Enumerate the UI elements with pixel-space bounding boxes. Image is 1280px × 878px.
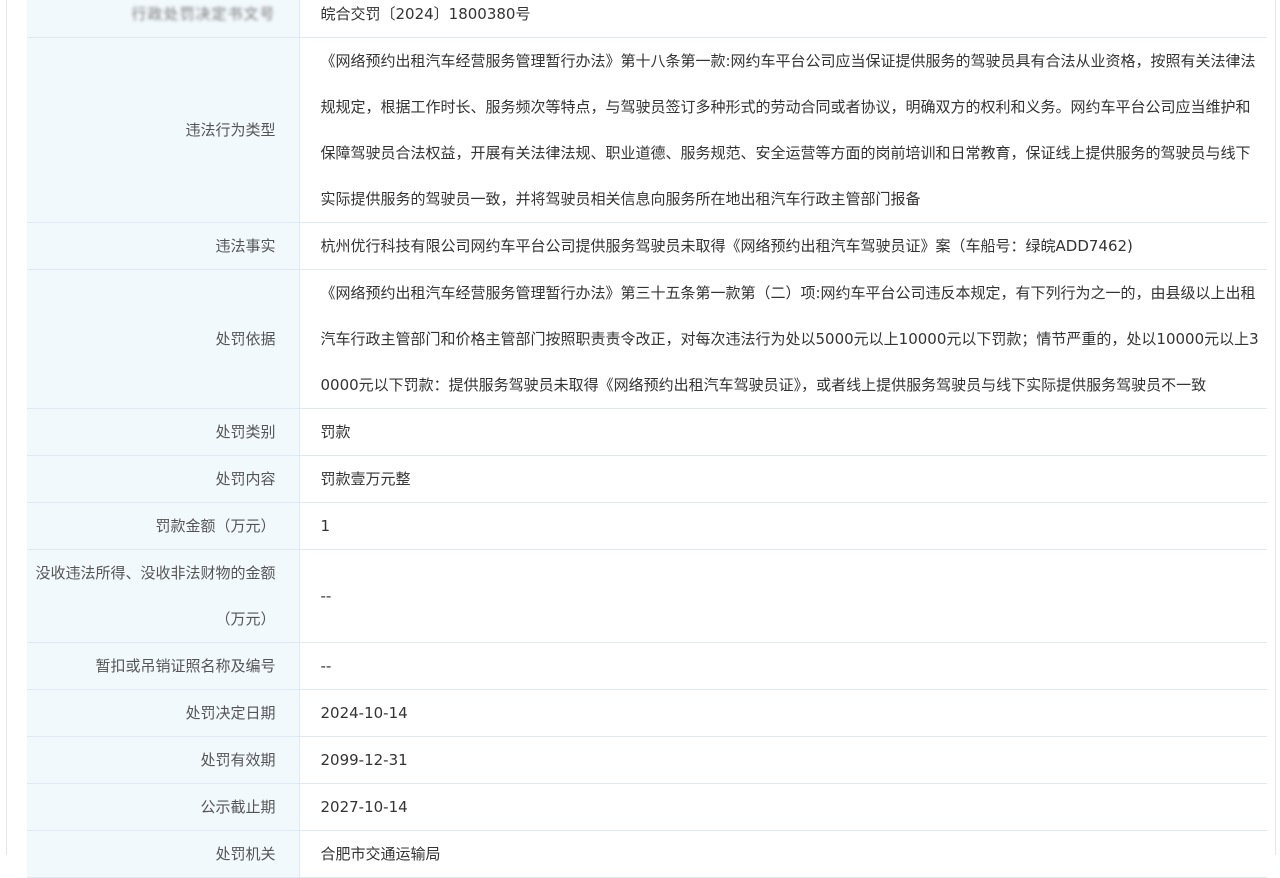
row-value: -- [299,549,1267,643]
table-row-valid-until: 处罚有效期 2099-12-31 [27,736,1267,784]
row-value: 2027-10-14 [299,783,1267,831]
row-value: -- [299,642,1267,690]
row-value: 皖合交罚〔2024〕1800380号 [299,0,1267,38]
row-label: 没收违法所得、没收非法财物的金额（万元） [27,549,300,643]
row-label: 处罚决定日期 [27,689,300,737]
row-label: 违法事实 [27,222,300,270]
row-value: 合肥市交通运输局 [299,830,1267,878]
table-row-penalty-basis: 处罚依据 《网络预约出租汽车经营服务管理暂行办法》第三十五条第一款第（二）项:网… [27,269,1267,409]
table-row-confiscation-amount: 没收违法所得、没收非法财物的金额（万元） -- [27,549,1267,643]
row-value: 《网络预约出租汽车经营服务管理暂行办法》第十八条第一款:网约车平台公司应当保证提… [299,37,1267,223]
table-row-publicity-deadline: 公示截止期 2027-10-14 [27,783,1267,831]
row-value: 2099-12-31 [299,736,1267,784]
row-label: 处罚依据 [27,269,300,409]
row-label: 违法行为类型 [27,37,300,223]
table-row-penalty-category: 处罚类别 罚款 [27,408,1267,456]
row-value: 杭州优行科技有限公司网约车平台公司提供服务驾驶员未取得《网络预约出租汽车驾驶员证… [299,222,1267,270]
row-label: 公示截止期 [27,783,300,831]
row-label: 处罚机关 [27,830,300,878]
row-value: 《网络预约出租汽车经营服务管理暂行办法》第三十五条第一款第（二）项:网约车平台公… [299,269,1267,409]
row-label: 处罚有效期 [27,736,300,784]
penalty-record-table: 行政处罚决定书文号 皖合交罚〔2024〕1800380号 违法行为类型 《网络预… [27,0,1267,878]
row-label: 行政处罚决定书文号 [27,0,300,38]
page-frame: 行政处罚决定书文号 皖合交罚〔2024〕1800380号 违法行为类型 《网络预… [6,0,1276,878]
row-value: 罚款壹万元整 [299,455,1267,503]
row-label: 处罚类别 [27,408,300,456]
table-row-violation-type: 违法行为类型 《网络预约出租汽车经营服务管理暂行办法》第十八条第一款:网约车平台… [27,37,1267,223]
row-label: 暂扣或吊销证照名称及编号 [27,642,300,690]
row-value: 2024-10-14 [299,689,1267,737]
row-label: 处罚内容 [27,455,300,503]
table-row-license-revoked: 暂扣或吊销证照名称及编号 -- [27,642,1267,690]
table-row-fine-amount: 罚款金额（万元） 1 [27,502,1267,550]
row-value: 罚款 [299,408,1267,456]
row-value: 1 [299,502,1267,550]
table-row-authority: 处罚机关 合肥市交通运输局 [27,830,1267,878]
row-label: 罚款金额（万元） [27,502,300,550]
table-row-violation-facts: 违法事实 杭州优行科技有限公司网约车平台公司提供服务驾驶员未取得《网络预约出租汽… [27,222,1267,270]
table-row-decision-no: 行政处罚决定书文号 皖合交罚〔2024〕1800380号 [27,0,1267,38]
table-row-penalty-content: 处罚内容 罚款壹万元整 [27,455,1267,503]
table-row-decision-date: 处罚决定日期 2024-10-14 [27,689,1267,737]
blurred-label: 行政处罚决定书文号 [131,5,276,23]
